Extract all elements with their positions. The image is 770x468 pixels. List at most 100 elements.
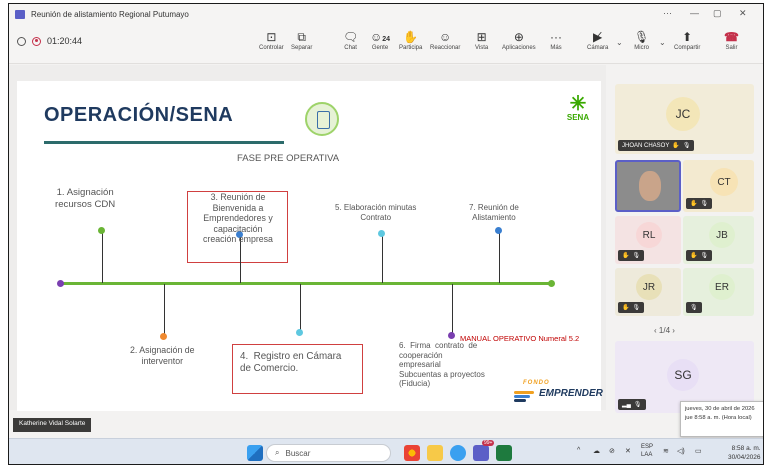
camara-button[interactable]: ▶̸ Cámara xyxy=(587,29,608,51)
step4-label: 4. Registro en Cámara de Comercio. xyxy=(240,351,342,374)
mic-off-icon: 🎙 xyxy=(700,201,709,207)
participant-tile-jb[interactable]: JB ✋ 🎙 xyxy=(683,216,754,264)
step2-label: 2. Asignación de interventor xyxy=(130,345,195,366)
notification-badge: 99+ xyxy=(482,440,495,446)
camera-options-chevron-icon[interactable]: ⌄ xyxy=(616,38,623,47)
title-underline xyxy=(44,141,284,144)
timeline-start-dot xyxy=(57,280,64,287)
teams-taskbar-icon[interactable]: 99+ xyxy=(473,440,495,461)
step5-connector xyxy=(382,234,383,283)
gallery-pager[interactable]: ‹ 1/4 › xyxy=(654,326,675,335)
mas-button[interactable]: ··· Más xyxy=(550,29,562,51)
compartir-button[interactable]: ⬆ Compartir xyxy=(674,29,700,51)
raised-hand-icon: ✋ xyxy=(690,201,698,207)
share-icon: ⬆ xyxy=(682,30,693,44)
excel-icon[interactable] xyxy=(496,445,512,461)
onedrive-icon[interactable]: ☁ xyxy=(593,447,600,455)
more-icon: ··· xyxy=(550,30,562,44)
chat-button[interactable]: 🗨 Chat xyxy=(343,29,358,51)
participant-tile-er[interactable]: ER 🎙 xyxy=(683,268,754,316)
mic-options-chevron-icon[interactable]: ⌄ xyxy=(659,38,666,47)
sena-logo: ✳ SENA xyxy=(563,94,593,127)
timeline-axis xyxy=(61,282,551,285)
chrome-icon[interactable] xyxy=(404,445,420,461)
step6-connector xyxy=(452,284,453,334)
gente-button[interactable]: ☺24 Gente xyxy=(370,29,390,51)
language-indicator[interactable]: ESP LAA xyxy=(641,444,653,460)
hang-up-icon: ☎ xyxy=(724,30,739,44)
avatar: JC xyxy=(666,97,700,131)
taskbar-clock[interactable]: 8:58 a. m. 30/04/2026 xyxy=(728,444,761,462)
chevron-right-icon[interactable]: › xyxy=(672,326,675,335)
step4-connector xyxy=(300,284,301,331)
maximize-button[interactable]: ▢ xyxy=(713,8,722,19)
mic-muted-tray-icon[interactable]: ✕ xyxy=(625,447,631,455)
aplicaciones-button[interactable]: ⊕ Aplicaciones xyxy=(502,29,536,51)
taskbar-search[interactable]: ⌕ Buscar xyxy=(266,444,391,462)
micro-button[interactable]: 🎙 Micro xyxy=(634,29,649,51)
participant-tile-jr[interactable]: JR ✋ 🎙 xyxy=(615,268,681,316)
step2-connector xyxy=(164,284,165,334)
share-tray-icon: ⊡ xyxy=(266,30,277,44)
timeline-end-dot xyxy=(548,280,555,287)
shared-content-stage: OPERACIÓN/SENA ✳ SENA FASE PRE OPERATIVA … xyxy=(9,65,606,411)
recording-indicator: 01:20:44 xyxy=(17,36,82,46)
step1-label: 1. Asignación recursos CDN xyxy=(55,187,116,210)
camera-off-icon: ▶̸ xyxy=(593,30,603,44)
mic-off-icon: 🎙 xyxy=(632,253,641,259)
file-explorer-icon[interactable] xyxy=(427,445,443,461)
apps-icon: ⊕ xyxy=(513,30,524,44)
participant-video-face xyxy=(639,171,661,201)
tray-chevron-icon[interactable]: ^ xyxy=(577,447,580,454)
windows-taskbar: ⌕ Buscar 99+ ^ ☁ ⊘ ✕ ESP LAA ≋ ◁) ▭ 8:58 a… xyxy=(9,438,763,464)
more-options-icon[interactable]: ··· xyxy=(663,8,672,18)
vista-button[interactable]: ⊞ Vista xyxy=(475,29,488,51)
meeting-toolbar: 01:20:44 ⊡ Controlar ⧉ Separar 🗨 Chat ☺24 Ge… xyxy=(9,24,763,64)
volume-icon[interactable]: ◁) xyxy=(677,447,685,455)
separar-button[interactable]: ⧉ Separar xyxy=(291,29,312,51)
step3-label: 3. Reunión de Bienvenida a Emprendedores… xyxy=(203,192,273,245)
people-count: 24 xyxy=(382,36,391,43)
mic-tray-icon[interactable]: ⊘ xyxy=(609,447,615,455)
participant-tile-jc[interactable]: JC JHOAN CHASOY ✋ 🎙 xyxy=(615,84,754,154)
pop-out-icon: ⧉ xyxy=(297,30,306,44)
battery-icon[interactable]: ▭ xyxy=(695,447,702,455)
step1-marker xyxy=(98,227,105,234)
step4-marker xyxy=(296,329,303,336)
avatar: ER xyxy=(709,274,735,300)
teams-app-icon xyxy=(15,10,25,19)
smiley-icon: ☺ xyxy=(439,30,452,44)
salir-button[interactable]: ☎ Salir xyxy=(724,29,739,51)
mic-off-icon: 🎙 xyxy=(700,253,709,259)
minimize-button[interactable]: — xyxy=(690,8,699,18)
mic-off-icon: 🎙 xyxy=(632,305,641,311)
edge-icon[interactable] xyxy=(450,445,466,461)
step6-marker xyxy=(448,332,455,339)
avatar: JB xyxy=(709,222,735,248)
participant-tile-ct[interactable]: CT ✋ 🎙 xyxy=(683,160,754,212)
presenter-name-tag: Katherine Vidal Solarte xyxy=(13,418,92,432)
avatar: CT xyxy=(710,168,738,196)
recording-dot-icon xyxy=(32,36,41,46)
raise-hand-icon: ✋ xyxy=(403,30,419,44)
search-icon: ⌕ xyxy=(275,448,280,457)
controlar-button[interactable]: ⊡ Controlar xyxy=(259,29,284,51)
participa-button[interactable]: ✋ Participa xyxy=(399,29,422,51)
grid-view-icon: ⊞ xyxy=(476,30,487,44)
avatar: RL xyxy=(636,222,662,248)
tooltip-date: jueves, 30 de abril de 2026 xyxy=(685,406,755,412)
step7-marker xyxy=(495,227,502,234)
chevron-left-icon[interactable]: ‹ xyxy=(654,326,657,335)
tooltip-time: jue 8:58 a. m. (Hora local) xyxy=(685,415,752,422)
raised-hand-icon: ✋ xyxy=(622,253,630,259)
checklist-icon xyxy=(305,102,339,136)
participant-tile-rl[interactable]: RL ✋ 🎙 xyxy=(615,216,681,264)
close-window-button[interactable]: ✕ xyxy=(739,8,747,19)
participant-name-tag: JHOAN CHASOY ✋ 🎙 xyxy=(618,140,695,151)
reaccionar-button[interactable]: ☺ Reaccionar xyxy=(430,29,460,51)
start-button-icon[interactable] xyxy=(247,445,263,461)
avatar: JR xyxy=(636,274,662,300)
participant-tile-video[interactable] xyxy=(615,160,681,212)
wifi-icon[interactable]: ≋ xyxy=(663,447,669,455)
teams-meeting-window: Reunión de alistamiento Regional Putumay… xyxy=(8,3,764,465)
